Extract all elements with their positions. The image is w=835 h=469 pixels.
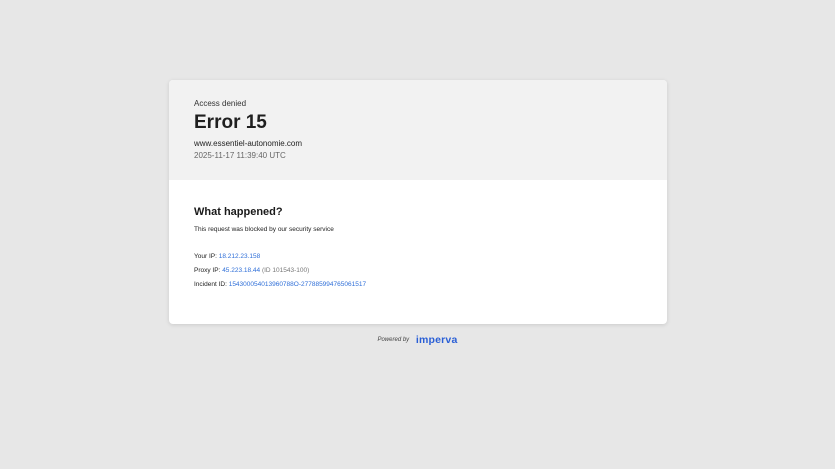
timestamp: 2025-11-17 11:39:40 UTC	[194, 151, 286, 160]
site-domain: www.essentiel-autonomie.com	[194, 139, 303, 148]
your-ip-row: Your IP: 18.212.23.158	[194, 252, 667, 262]
powered-by-footer: Powered by imperva	[0, 334, 835, 347]
proxy-ip-row: Proxy IP: 45.223.18.44 (ID 101543-100)	[194, 266, 667, 276]
incident-id-value: 154300054013960788O-277885994765061517	[228, 281, 367, 288]
proxy-ip-note: (ID 101543-100)	[261, 267, 310, 274]
error-header: Access denied Error 15 www.essentiel-aut…	[169, 80, 667, 180]
access-denied-label: Access denied	[194, 99, 247, 108]
error-title: Error 15	[194, 112, 267, 133]
error-card: Access denied Error 15 www.essentiel-aut…	[169, 80, 667, 324]
powered-by-label: Powered by	[377, 337, 410, 343]
imperva-logo[interactable]: imperva	[416, 334, 458, 346]
your-ip-value: 18.212.23.158	[218, 253, 261, 260]
proxy-ip-value: 45.223.18.44	[222, 267, 261, 274]
your-ip-label: Your IP:	[194, 253, 217, 260]
incident-id-label: Incident ID:	[194, 281, 227, 288]
error-body: What happened? This request was blocked …	[169, 180, 667, 290]
explanation-text: This request was blocked by our security…	[194, 226, 334, 233]
incident-id-row: Incident ID: 154300054013960788O-2778859…	[194, 280, 667, 290]
what-happened-heading: What happened?	[194, 206, 283, 218]
proxy-ip-label: Proxy IP:	[194, 267, 221, 274]
details-block: Your IP: 18.212.23.158 Proxy IP: 45.223.…	[194, 252, 667, 290]
